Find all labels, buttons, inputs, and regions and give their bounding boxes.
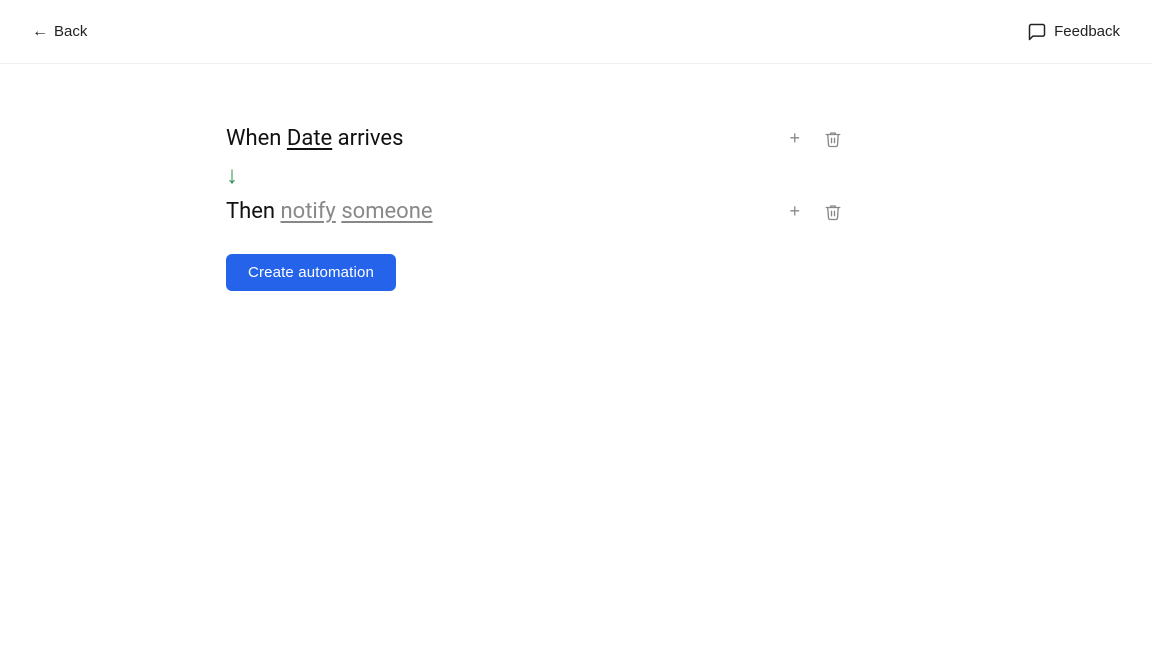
down-arrow-icon: ↓ <box>226 163 238 187</box>
trash-icon-then <box>824 203 842 221</box>
feedback-label: Feedback <box>1054 23 1120 40</box>
then-add-button[interactable]: + <box>785 197 804 226</box>
then-text: Then notify someone <box>226 199 433 224</box>
then-prefix: Then <box>226 199 281 224</box>
when-row-text: When Date arrives <box>226 126 785 151</box>
when-add-icon: + <box>789 128 800 149</box>
back-button[interactable]: ← Back <box>24 19 95 45</box>
then-add-icon: + <box>789 201 800 222</box>
create-btn-row: Create automation <box>226 254 1152 291</box>
when-row: When Date arrives + <box>226 124 926 153</box>
then-delete-button[interactable] <box>820 199 846 225</box>
when-delete-button[interactable] <box>820 126 846 152</box>
back-label: Back <box>54 23 87 40</box>
when-row-actions: + <box>785 124 846 153</box>
then-action-word[interactable]: notify <box>281 199 336 224</box>
feedback-button[interactable]: Feedback <box>1019 18 1128 46</box>
when-suffix: arrives <box>338 126 404 151</box>
when-add-button[interactable]: + <box>785 124 804 153</box>
create-automation-button[interactable]: Create automation <box>226 254 396 291</box>
trash-icon <box>824 130 842 148</box>
automation-rules-container: When Date arrives + <box>226 124 1152 291</box>
then-row-actions: + <box>785 197 846 226</box>
then-row: Then notify someone + <box>226 197 926 226</box>
feedback-icon <box>1027 22 1047 42</box>
arrow-connector: ↓ <box>226 163 1152 187</box>
top-bar: ← Back Feedback <box>0 0 1152 64</box>
main-content: When Date arrives + <box>0 64 1152 291</box>
then-target-word[interactable]: someone <box>341 199 432 224</box>
when-trigger-word[interactable]: Date <box>287 126 332 151</box>
back-arrow-icon: ← <box>32 23 48 41</box>
when-text: When Date arrives <box>226 126 403 151</box>
then-row-text: Then notify someone <box>226 199 785 224</box>
when-prefix: When <box>226 126 281 151</box>
